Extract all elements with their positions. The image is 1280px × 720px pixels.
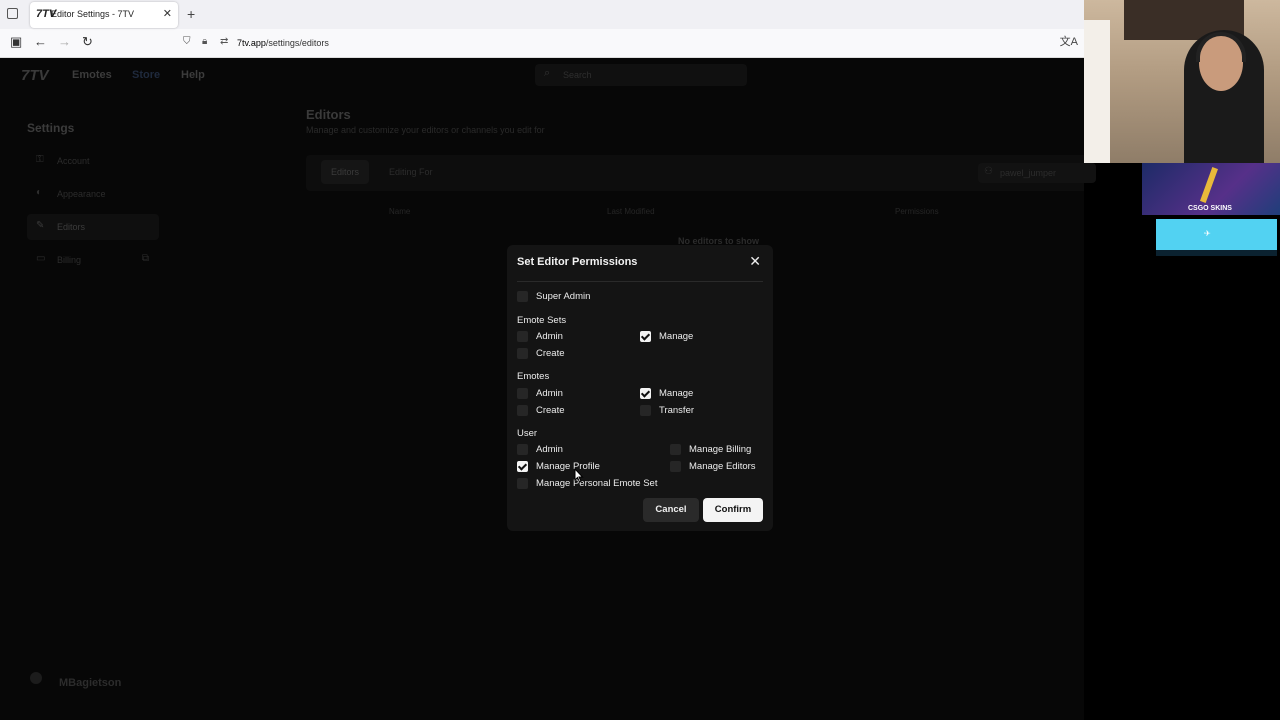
translate-icon[interactable]: 文A [1060, 33, 1078, 49]
checkbox-box[interactable] [517, 405, 528, 416]
sidebar-item-label: Account [57, 156, 90, 166]
page-title: Editors [306, 107, 351, 122]
card-icon: ▭ [36, 253, 46, 264]
sponsor-text: CSGO SKINS [1188, 205, 1232, 212]
browser-window: 7TV Editor Settings - 7TV ✕ + ▣ ← → ↻ ⛉ … [0, 0, 1084, 58]
checkbox-label: Super Admin [536, 291, 591, 302]
key-icon: ⚿ [36, 154, 44, 165]
webcam-feed [1084, 0, 1280, 163]
checkbox-label: Manage Personal Emote Set [536, 478, 658, 489]
skins-graphic [1200, 167, 1218, 203]
checkbox-label: Manage Editors [689, 461, 756, 472]
checkbox-box[interactable] [640, 405, 651, 416]
checkbox-box[interactable] [670, 444, 681, 455]
checkbox-box[interactable] [517, 461, 528, 472]
permissions-icon[interactable]: ⇄ [220, 36, 228, 47]
checkbox-label: Admin [536, 388, 563, 399]
lock-icon[interactable]: 🔒︎ [202, 36, 207, 47]
nav-emotes[interactable]: Emotes [72, 69, 112, 81]
back-icon[interactable]: ← [34, 34, 47, 49]
tab-list-icon[interactable] [7, 8, 18, 19]
checkbox-label: Admin [536, 444, 563, 455]
checkbox-label: Manage [659, 388, 694, 399]
sponsor-overlay-strip [1156, 250, 1277, 256]
group-title-emotes: Emotes [517, 371, 550, 382]
column-header-last-modified: Last Modified [607, 207, 655, 216]
group-title-user: User [517, 428, 538, 439]
settings-title: Settings [27, 121, 75, 135]
palette-icon: ◐ [36, 187, 43, 198]
checkbox-label: Manage Profile [536, 461, 600, 472]
navigation-bar: ▣ ← → ↻ ⛉ 🔒︎ ⇄ 7tv.app/settings/editors … [0, 29, 1084, 57]
checkbox-box[interactable] [517, 478, 528, 489]
checkbox-label: Create [536, 348, 565, 359]
forward-icon[interactable]: → [58, 34, 71, 49]
sidebar-item-editors[interactable]: ✎ Editors [27, 214, 159, 240]
checkbox-label: Manage [659, 331, 694, 342]
editors-tabs-panel: Editors Editing For ⚇ pawel_jumper [306, 155, 1096, 191]
page-subtitle: Manage and customize your editors or cha… [306, 125, 545, 135]
checkbox-box[interactable] [670, 461, 681, 472]
new-tab-icon[interactable]: + [187, 6, 195, 22]
sidebar-item-billing[interactable]: ▭ Billing ⧉ [27, 247, 159, 273]
sidebar-item-label: Billing [57, 255, 82, 265]
group-title-emote-sets: Emote Sets [517, 315, 567, 326]
tab-editors[interactable]: Editors [321, 160, 370, 184]
column-header-permissions: Permissions [895, 207, 939, 216]
add-editor-input[interactable]: ⚇ pawel_jumper [978, 163, 1096, 183]
external-link-icon: ⧉ [141, 253, 149, 264]
checkbox-label: Manage Billing [689, 444, 752, 455]
tab-strip: 7TV Editor Settings - 7TV ✕ + [0, 0, 1084, 29]
webcam-door [1084, 20, 1110, 163]
browser-tab[interactable]: 7TV Editor Settings - 7TV ✕ [30, 2, 178, 28]
checkbox-box[interactable] [640, 331, 651, 342]
dialog-header: Set Editor Permissions ✕ [517, 253, 763, 282]
sidebar-item-label: Editors [57, 222, 86, 232]
checkbox-label: Admin [536, 331, 563, 342]
column-header-name: Name [389, 207, 411, 216]
search-placeholder: Search [563, 70, 592, 80]
tab-title: Editor Settings - 7TV [51, 9, 135, 19]
url-text[interactable]: 7tv.app/settings/editors [237, 38, 329, 48]
search-icon: ⌕ [544, 67, 551, 79]
airplane-icon: ✈ [1204, 229, 1211, 238]
7tv-logo[interactable]: 7TV [21, 67, 49, 84]
shield-icon[interactable]: ⛉ [183, 36, 191, 47]
checkbox-label: Transfer [659, 405, 695, 416]
checkbox-box[interactable] [517, 388, 528, 399]
sidebar-item-label: Appearance [57, 189, 106, 199]
mouse-cursor-icon [574, 468, 584, 483]
nav-help[interactable]: Help [181, 69, 205, 81]
close-icon[interactable]: ✕ [749, 253, 761, 270]
checkbox-box[interactable] [640, 388, 651, 399]
checkbox-box[interactable] [517, 444, 528, 455]
checkbox-box[interactable] [517, 348, 528, 359]
set-editor-permissions-dialog: Set Editor Permissions ✕ Super Admin Emo… [507, 245, 773, 531]
sidebar-item-appearance[interactable]: ◐ Appearance [27, 181, 159, 207]
confirm-button[interactable]: Confirm [703, 498, 763, 522]
avatar [30, 672, 42, 684]
sidebar-toggle-icon[interactable]: ▣ [10, 34, 22, 50]
sponsor-overlay-banner: ✈ [1156, 219, 1277, 250]
address-bar[interactable]: ⛉ 🔒︎ ⇄ 7tv.app/settings/editors [175, 32, 1075, 54]
sponsor-overlay-skins: CSGO SKINS [1142, 163, 1280, 215]
sidebar-item-account[interactable]: ⚿ Account [27, 148, 159, 174]
user-icon: ⚇ [984, 166, 993, 177]
close-tab-icon[interactable]: ✕ [163, 7, 172, 20]
reload-icon[interactable]: ↻ [82, 34, 93, 50]
checkbox-box[interactable] [517, 331, 528, 342]
tab-editing-for[interactable]: Editing For [389, 167, 433, 177]
search-input[interactable]: ⌕ Search [535, 64, 747, 86]
top-nav: 7TV Emotes Store Help ⌕ Search [0, 58, 1084, 94]
checkbox-label: Create [536, 405, 565, 416]
cancel-button[interactable]: Cancel [643, 498, 699, 522]
nav-store[interactable]: Store [132, 69, 160, 81]
dialog-title: Set Editor Permissions [517, 256, 638, 268]
pencil-icon: ✎ [36, 220, 45, 231]
editor-username: pawel_jumper [1000, 168, 1057, 178]
checkbox-box[interactable] [517, 291, 528, 302]
username: MBagietson [59, 677, 122, 689]
